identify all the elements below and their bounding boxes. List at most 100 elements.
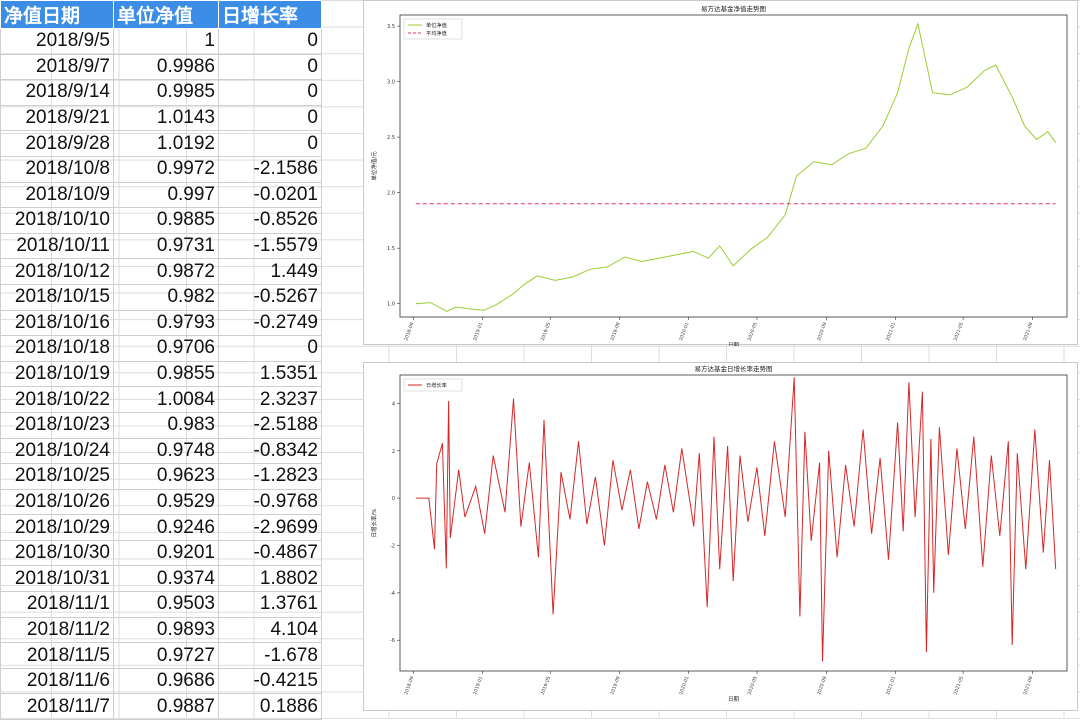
cell-date[interactable]: 2018/10/25: [0, 463, 114, 490]
cell-unit-nav[interactable]: 0.9246: [113, 514, 219, 541]
cell-daily-growth[interactable]: 1.8802: [218, 565, 322, 593]
y-axis-label: 单位净值/元: [370, 151, 378, 181]
cell-unit-nav[interactable]: 0.9503: [113, 591, 219, 618]
cell-date[interactable]: 2018/10/8: [0, 155, 114, 183]
cell-date[interactable]: 2018/10/22: [0, 386, 114, 413]
table-row: 2018/10/23 0.983 -2.5188: [0, 411, 322, 439]
cell-daily-growth[interactable]: -1.2823: [218, 463, 322, 490]
cell-unit-nav[interactable]: 0.9887: [113, 693, 219, 720]
cell-daily-growth[interactable]: -2.9699: [218, 514, 322, 541]
cell-daily-growth[interactable]: 1.3761: [218, 591, 322, 618]
cell-unit-nav[interactable]: 0.9986: [113, 53, 219, 81]
cell-daily-growth[interactable]: 1.449: [218, 258, 322, 285]
cell-date[interactable]: 2018/10/18: [0, 335, 114, 362]
cell-date[interactable]: 2018/10/16: [0, 309, 114, 337]
cell-daily-growth[interactable]: -2.1586: [218, 155, 322, 183]
cell-daily-growth[interactable]: -0.0201: [218, 181, 322, 209]
y-axis-label: 日增长率/%: [370, 508, 378, 537]
cell-date[interactable]: 2018/10/9: [0, 181, 114, 209]
cell-daily-growth[interactable]: 0: [218, 130, 322, 157]
cell-unit-nav[interactable]: 0.9793: [113, 309, 219, 337]
cell-daily-growth[interactable]: -0.4867: [218, 539, 322, 567]
cell-daily-growth[interactable]: -0.4215: [218, 667, 322, 695]
header-date[interactable]: 净值日期: [0, 0, 114, 29]
cell-daily-growth[interactable]: 0: [218, 28, 322, 55]
growth-rate-chart-panel[interactable]: 易方达基金日增长率走势图 -6 -4 -2 0 2 4 2018-09 2019-01 2019-…: [363, 362, 1078, 711]
y-tick-label: 3.5: [387, 24, 395, 30]
cell-unit-nav[interactable]: 0.9686: [113, 667, 219, 695]
y-tick-label: 4: [392, 401, 395, 407]
cell-unit-nav[interactable]: 0.997: [113, 181, 219, 209]
cell-daily-growth[interactable]: -2.5188: [218, 411, 322, 439]
x-tick-label: 2021-05: [953, 676, 965, 696]
legend-label-0: 日增长率: [426, 381, 447, 389]
cell-daily-growth[interactable]: -1.5579: [218, 232, 322, 260]
cell-date[interactable]: 2018/10/12: [0, 258, 114, 285]
table-row: 2018/10/30 0.9201 -0.4867: [0, 539, 322, 567]
cell-date[interactable]: 2018/11/2: [0, 616, 114, 644]
cell-date[interactable]: 2018/10/24: [0, 437, 114, 465]
header-unit-nav[interactable]: 单位净值: [113, 0, 219, 29]
cell-unit-nav[interactable]: 0.9731: [113, 232, 219, 260]
cell-unit-nav[interactable]: 0.9529: [113, 488, 219, 516]
cell-date[interactable]: 2018/10/23: [0, 411, 114, 439]
cell-date[interactable]: 2018/10/19: [0, 360, 114, 388]
cell-daily-growth[interactable]: -0.5267: [218, 283, 322, 311]
cell-date[interactable]: 2018/11/7: [0, 693, 114, 720]
cell-unit-nav[interactable]: 0.9706: [113, 335, 219, 362]
cell-daily-growth[interactable]: 0.1886: [218, 693, 322, 720]
cell-unit-nav[interactable]: 0.9985: [113, 79, 219, 106]
cell-unit-nav[interactable]: 1: [113, 28, 219, 55]
x-tick-label: 2018-09: [403, 676, 415, 696]
header-daily-growth[interactable]: 日增长率: [218, 0, 322, 29]
cell-unit-nav[interactable]: 0.9201: [113, 539, 219, 567]
cell-unit-nav[interactable]: 0.983: [113, 411, 219, 439]
cell-daily-growth[interactable]: 2.3237: [218, 386, 322, 413]
cell-daily-growth[interactable]: -1.678: [218, 642, 322, 669]
cell-date[interactable]: 2018/10/30: [0, 539, 114, 567]
cell-date[interactable]: 2018/10/31: [0, 565, 114, 593]
cell-daily-growth[interactable]: 0: [218, 104, 322, 132]
cell-unit-nav[interactable]: 1.0143: [113, 104, 219, 132]
cell-date[interactable]: 2018/10/26: [0, 488, 114, 516]
x-tick-label: 2020-01: [678, 322, 690, 342]
table-row: 2018/10/10 0.9885 -0.8526: [0, 207, 322, 234]
table-row: 2018/10/16 0.9793 -0.2749: [0, 309, 322, 337]
cell-date[interactable]: 2018/10/11: [0, 232, 114, 260]
cell-date[interactable]: 2018/10/29: [0, 514, 114, 541]
cell-unit-nav[interactable]: 1.0192: [113, 130, 219, 157]
cell-date[interactable]: 2018/11/6: [0, 667, 114, 695]
cell-unit-nav[interactable]: 0.9855: [113, 360, 219, 388]
cell-date[interactable]: 2018/9/7: [0, 53, 114, 81]
cell-daily-growth[interactable]: 1.5351: [218, 360, 322, 388]
cell-date[interactable]: 2018/9/21: [0, 104, 114, 132]
cell-daily-growth[interactable]: -0.9768: [218, 488, 322, 516]
cell-daily-growth[interactable]: 0: [218, 79, 322, 106]
cell-date[interactable]: 2018/11/1: [0, 591, 114, 618]
cell-daily-growth[interactable]: -0.8526: [218, 207, 322, 234]
cell-date[interactable]: 2018/10/10: [0, 207, 114, 234]
cell-unit-nav[interactable]: 0.9872: [113, 258, 219, 285]
cell-unit-nav[interactable]: 0.9893: [113, 616, 219, 644]
nav-chart-panel[interactable]: 易方达基金净值走势图 1.0 1.5 2.0 2.5 3.0 3.5 2018-09 2019-…: [363, 0, 1078, 346]
cell-daily-growth[interactable]: -0.2749: [218, 309, 322, 337]
cell-unit-nav[interactable]: 0.982: [113, 283, 219, 311]
cell-date[interactable]: 2018/10/15: [0, 283, 114, 311]
table-row: 2018/9/14 0.9985 0: [0, 79, 322, 106]
cell-unit-nav[interactable]: 0.9374: [113, 565, 219, 593]
cell-daily-growth[interactable]: 4.104: [218, 616, 322, 644]
cell-date[interactable]: 2018/9/5: [0, 28, 114, 55]
cell-unit-nav[interactable]: 0.9972: [113, 155, 219, 183]
cell-unit-nav[interactable]: 0.9885: [113, 207, 219, 234]
x-tick-label: 2019-09: [609, 676, 621, 696]
cell-date[interactable]: 2018/9/28: [0, 130, 114, 157]
cell-date[interactable]: 2018/9/14: [0, 79, 114, 106]
cell-daily-growth[interactable]: 0: [218, 335, 322, 362]
cell-daily-growth[interactable]: 0: [218, 53, 322, 81]
cell-daily-growth[interactable]: -0.8342: [218, 437, 322, 465]
cell-date[interactable]: 2018/11/5: [0, 642, 114, 669]
cell-unit-nav[interactable]: 0.9748: [113, 437, 219, 465]
cell-unit-nav[interactable]: 1.0084: [113, 386, 219, 413]
cell-unit-nav[interactable]: 0.9727: [113, 642, 219, 669]
cell-unit-nav[interactable]: 0.9623: [113, 463, 219, 490]
